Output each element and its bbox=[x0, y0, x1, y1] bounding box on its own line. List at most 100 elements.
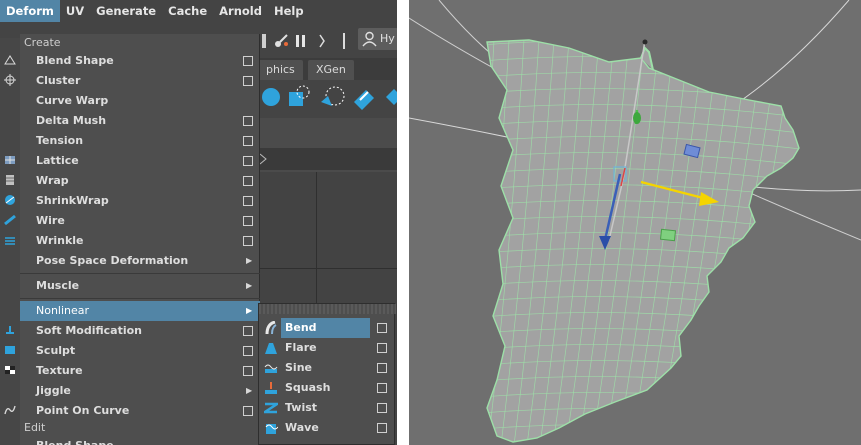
menu-item-label: Nonlinear bbox=[36, 304, 90, 317]
menu-cache[interactable]: Cache bbox=[162, 0, 213, 22]
menu-item-muscle[interactable]: Muscle ▶ bbox=[20, 276, 260, 296]
deform-menu: Create Blend Shape Cluster Curve Warp De… bbox=[20, 34, 260, 445]
submenu-arrow-icon: ▶ bbox=[246, 281, 253, 290]
lattice-icon[interactable] bbox=[3, 154, 17, 166]
tab-rendering-graphics[interactable]: phics bbox=[258, 60, 303, 80]
menu-item-point-on-curve[interactable]: Point On Curve bbox=[20, 401, 260, 421]
options-box[interactable] bbox=[377, 363, 387, 373]
options-box[interactable] bbox=[243, 406, 253, 416]
tool-icon-column bbox=[0, 38, 20, 445]
plane-shelf-icon[interactable] bbox=[352, 84, 376, 110]
options-box[interactable] bbox=[243, 346, 253, 356]
pause-icon[interactable] bbox=[294, 32, 308, 50]
user-account-button[interactable]: Hy bbox=[358, 28, 397, 50]
options-box[interactable] bbox=[243, 216, 253, 226]
sphere-shelf-icon[interactable] bbox=[260, 84, 282, 110]
deformer-top-dot bbox=[642, 39, 648, 45]
menu-item-label: Lattice bbox=[36, 154, 79, 167]
chevron-right-icon[interactable] bbox=[318, 32, 326, 50]
section-create-label: Create bbox=[24, 36, 61, 49]
viewport-canvas bbox=[409, 0, 861, 443]
options-box[interactable] bbox=[243, 236, 253, 246]
wrinkle-icon[interactable] bbox=[3, 234, 17, 246]
options-box[interactable] bbox=[243, 176, 253, 186]
options-box[interactable] bbox=[243, 326, 253, 336]
menu-item-soft-modification[interactable]: Soft Modification bbox=[20, 321, 260, 341]
menu-item-label: Pose Space Deformation bbox=[36, 254, 189, 267]
wire-icon[interactable] bbox=[3, 214, 17, 226]
menu-item-wire[interactable]: Wire bbox=[20, 211, 260, 231]
menu-item-label: Wrinkle bbox=[36, 234, 84, 247]
shrinkwrap-icon[interactable] bbox=[3, 194, 17, 206]
cube-shelf-icon[interactable] bbox=[286, 84, 310, 110]
submenu-item-flare[interactable]: Flare bbox=[259, 338, 396, 358]
submenu-item-twist[interactable]: Twist bbox=[259, 398, 396, 418]
cluster-icon[interactable] bbox=[3, 74, 17, 86]
snap-icon[interactable] bbox=[260, 32, 268, 50]
menu-item-pose-space-deformation[interactable]: Pose Space Deformation ▶ bbox=[20, 251, 260, 271]
menu-help[interactable]: Help bbox=[268, 0, 310, 22]
menu-item-edit-blend-shape[interactable]: Blend Shape bbox=[20, 436, 260, 445]
menu-uv[interactable]: UV bbox=[60, 0, 90, 22]
menu-item-label: Point On Curve bbox=[36, 404, 130, 417]
menu-item-jiggle[interactable]: Jiggle ▶ bbox=[20, 381, 260, 401]
cylinder-shelf-icon[interactable] bbox=[318, 84, 346, 110]
options-box[interactable] bbox=[243, 56, 253, 66]
options-box[interactable] bbox=[377, 323, 387, 333]
submenu-item-label: Wave bbox=[285, 421, 319, 434]
options-box[interactable] bbox=[377, 343, 387, 353]
submenu-arrow-icon: ▶ bbox=[246, 306, 253, 315]
menu-item-cluster[interactable]: Cluster bbox=[20, 71, 260, 91]
options-box[interactable] bbox=[243, 156, 253, 166]
wrap-icon[interactable] bbox=[3, 174, 17, 186]
menu-arnold[interactable]: Arnold bbox=[213, 0, 268, 22]
user-icon bbox=[362, 31, 377, 47]
menu-item-wrinkle[interactable]: Wrinkle bbox=[20, 231, 260, 251]
menu-divider bbox=[20, 273, 260, 274]
tab-xgen[interactable]: XGen bbox=[308, 60, 354, 80]
blend-shape-icon[interactable] bbox=[3, 54, 17, 66]
options-box[interactable] bbox=[243, 116, 253, 126]
options-box[interactable] bbox=[377, 403, 387, 413]
texture-icon[interactable] bbox=[3, 364, 17, 376]
submenu-arrow-icon: ▶ bbox=[246, 256, 253, 265]
menu-item-delta-mush[interactable]: Delta Mush bbox=[20, 111, 260, 131]
options-box[interactable] bbox=[243, 196, 253, 206]
submenu-item-label: Sine bbox=[285, 361, 312, 374]
options-box[interactable] bbox=[377, 423, 387, 433]
submenu-item-wave[interactable]: Wave bbox=[259, 418, 396, 438]
point-on-curve-icon[interactable] bbox=[3, 404, 17, 416]
render-settings-icon[interactable] bbox=[272, 32, 290, 50]
user-label: Hy bbox=[380, 32, 395, 45]
submenu-item-squash[interactable]: Squash bbox=[259, 378, 396, 398]
menu-item-nonlinear[interactable]: Nonlinear ▶ bbox=[20, 301, 260, 321]
divider-handle-icon[interactable] bbox=[340, 32, 348, 50]
options-box[interactable] bbox=[243, 366, 253, 376]
guide-curve bbox=[726, 0, 850, 111]
soft-mod-icon[interactable] bbox=[3, 324, 17, 336]
options-box[interactable] bbox=[243, 76, 253, 86]
menu-bar: Deform UV Generate Cache Arnold Help bbox=[0, 0, 397, 22]
torus-shelf-icon[interactable] bbox=[384, 84, 397, 110]
options-box[interactable] bbox=[243, 136, 253, 146]
submenu-item-sine[interactable]: Sine bbox=[259, 358, 396, 378]
menu-item-tension[interactable]: Tension bbox=[20, 131, 260, 151]
shelf-tabs: phics XGen bbox=[258, 58, 397, 80]
menu-item-label: Wire bbox=[36, 214, 65, 227]
menu-item-blend-shape[interactable]: Blend Shape bbox=[20, 51, 260, 71]
tear-off-handle[interactable] bbox=[259, 304, 396, 314]
menu-deform[interactable]: Deform bbox=[0, 0, 60, 22]
submenu-item-label: Twist bbox=[285, 401, 318, 414]
menu-item-texture[interactable]: Texture bbox=[20, 361, 260, 381]
menu-generate[interactable]: Generate bbox=[90, 0, 162, 22]
menu-item-curve-warp[interactable]: Curve Warp bbox=[20, 91, 260, 111]
submenu-item-bend[interactable]: Bend bbox=[259, 318, 396, 338]
menu-item-shrinkwrap[interactable]: ShrinkWrap bbox=[20, 191, 260, 211]
menu-item-lattice[interactable]: Lattice bbox=[20, 151, 260, 171]
menu-item-sculpt[interactable]: Sculpt bbox=[20, 341, 260, 361]
sculpt-icon[interactable] bbox=[3, 344, 17, 356]
menu-item-wrap[interactable]: Wrap bbox=[20, 171, 260, 191]
flare-icon bbox=[265, 343, 277, 354]
3d-viewport[interactable] bbox=[409, 0, 861, 445]
options-box[interactable] bbox=[377, 383, 387, 393]
